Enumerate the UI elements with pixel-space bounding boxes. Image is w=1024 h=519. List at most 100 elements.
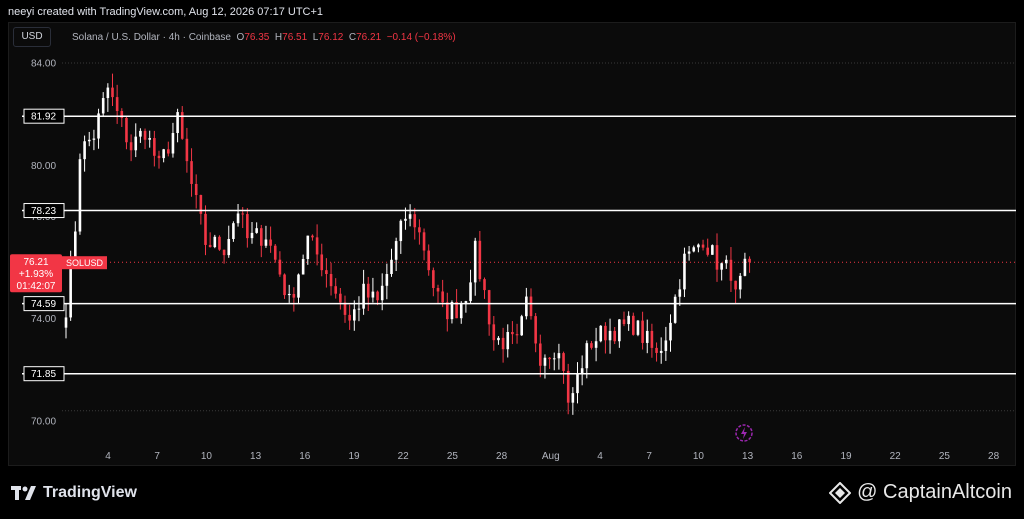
candle-body	[520, 316, 523, 336]
candle-body	[562, 353, 565, 371]
candle-body	[734, 280, 737, 290]
candle-body	[357, 308, 361, 310]
candle-body	[390, 259, 393, 275]
x-tick-label: 25	[939, 451, 951, 462]
candle-body	[664, 340, 668, 351]
price-chart[interactable]: 84.0080.0078.0076.0074.0070.0081.9278.23…	[0, 0, 1024, 466]
candle-body	[515, 334, 519, 336]
x-tick-label: 10	[201, 451, 213, 462]
candle-body	[329, 274, 333, 287]
candle-body	[325, 270, 328, 275]
candle-body	[632, 315, 635, 335]
candle-body	[269, 239, 272, 246]
tradingview-logo[interactable]: TradingView	[11, 484, 137, 502]
candle-body	[157, 155, 161, 159]
candle-body	[418, 227, 421, 233]
candle-body	[315, 237, 319, 255]
x-tick-label: 28	[988, 451, 1000, 462]
candle-body	[706, 247, 709, 255]
x-tick-label: 19	[348, 451, 360, 462]
candle-body	[334, 286, 337, 294]
candle-body	[529, 296, 533, 317]
candle-body	[673, 296, 677, 323]
candle-body	[441, 291, 444, 303]
candle-body	[78, 159, 82, 232]
candle-body	[74, 231, 77, 257]
candle-body	[297, 274, 300, 298]
candle-body	[678, 289, 682, 297]
candle-body	[139, 130, 142, 137]
flash-button[interactable]	[734, 423, 754, 443]
candle-body	[148, 138, 151, 140]
x-tick-label: 22	[890, 451, 902, 462]
candle-body	[408, 214, 412, 219]
candle-body	[692, 247, 696, 252]
candle-body	[343, 302, 347, 315]
candle-body	[246, 214, 249, 239]
candle-body	[511, 332, 514, 335]
candle-body	[566, 370, 570, 403]
candle-body	[371, 291, 375, 298]
candle-body	[501, 337, 505, 350]
candle-body	[171, 133, 175, 154]
candle-body	[729, 259, 733, 281]
watermark: @ CaptainAltcoin	[829, 481, 1012, 504]
candle-body	[348, 314, 351, 321]
x-tick-label: 19	[840, 451, 852, 462]
candle-body	[483, 279, 486, 291]
y-tick-label: 84.00	[31, 59, 56, 70]
x-tick-label: 22	[398, 451, 410, 462]
candle-body	[427, 250, 430, 271]
candle-body	[473, 240, 477, 283]
candle-body	[362, 283, 365, 309]
x-tick-label: 25	[447, 451, 459, 462]
lightning-bolt-icon	[735, 424, 753, 442]
y-tick-label: 80.00	[31, 161, 56, 172]
candle-body	[748, 258, 751, 263]
candle-body	[701, 244, 705, 248]
candle-body	[339, 293, 342, 303]
price-badge-price: 76.21	[23, 257, 48, 268]
candle-body	[613, 330, 616, 342]
candle-body	[376, 291, 379, 301]
candle-body	[129, 142, 133, 151]
candle-body	[64, 317, 68, 328]
candle-body	[162, 149, 165, 159]
candle-body	[711, 245, 714, 255]
price-badge-change: +1.93%	[19, 269, 53, 280]
candle-body	[655, 347, 658, 353]
candle-body	[580, 368, 584, 374]
candle-body	[608, 330, 612, 341]
candle-body	[497, 337, 500, 341]
x-tick-label: 13	[742, 451, 754, 462]
x-tick-label: 7	[154, 451, 160, 462]
candle-body	[260, 228, 263, 246]
candle-body	[232, 223, 235, 239]
candle-body	[101, 98, 105, 114]
candle-body	[404, 218, 407, 221]
candle-body	[464, 301, 468, 303]
candle-body	[576, 373, 579, 394]
candle-body	[190, 161, 193, 184]
candle-body	[525, 296, 528, 317]
candle-body	[143, 130, 147, 140]
candle-body	[385, 274, 389, 286]
candle-body	[622, 319, 626, 325]
candle-body	[720, 263, 723, 270]
candle-body	[92, 138, 96, 140]
candle-body	[585, 343, 589, 369]
watermark-text: @ CaptainAltcoin	[857, 481, 1012, 503]
candle-body	[273, 245, 277, 260]
candle-body	[422, 232, 426, 251]
candle-body	[687, 251, 691, 254]
candle-body	[255, 228, 258, 233]
candle-body	[627, 315, 630, 325]
candle-body	[227, 238, 231, 256]
candle-body	[241, 213, 244, 215]
candle-body	[645, 330, 649, 343]
candle-body	[125, 117, 128, 143]
candle-body	[604, 325, 607, 341]
candle-body	[353, 309, 356, 321]
ticker-badge: SOLUSD	[66, 258, 104, 268]
candle-body	[459, 302, 463, 319]
